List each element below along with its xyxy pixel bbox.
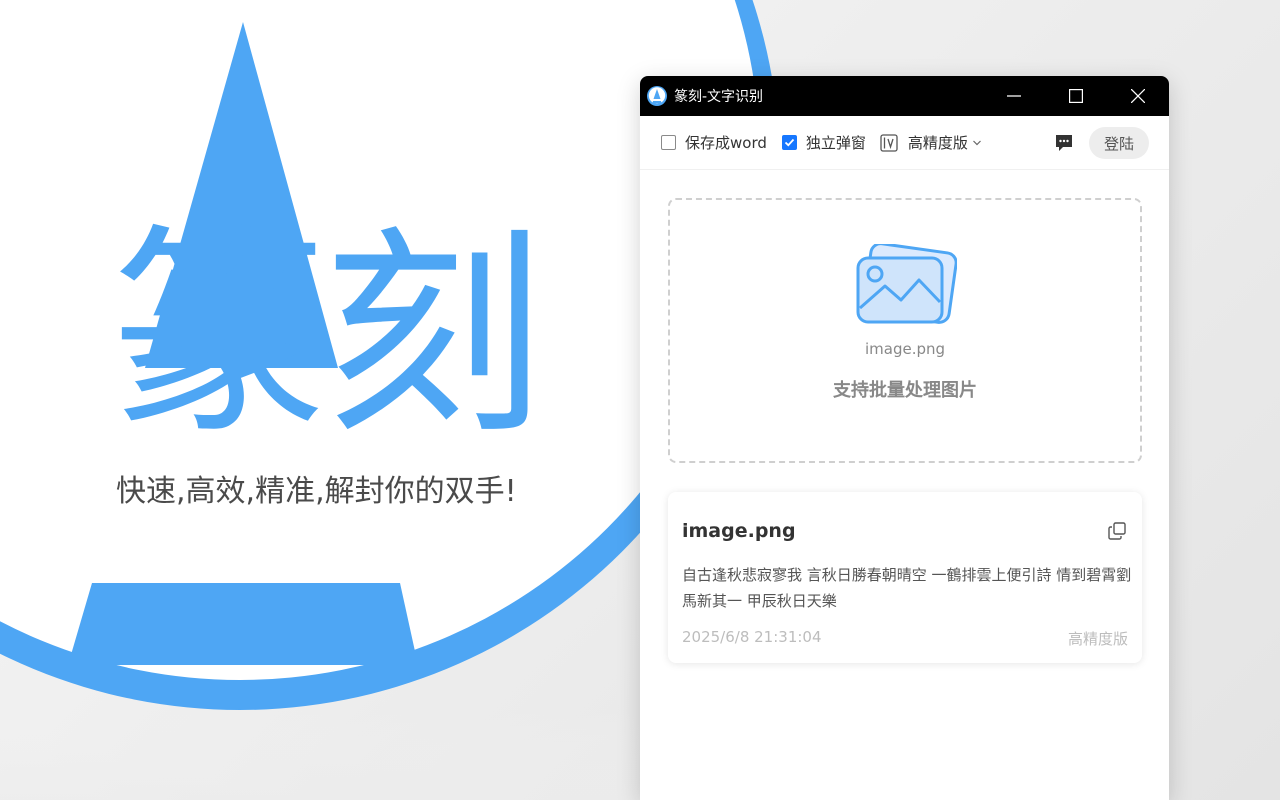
- toolbar: 保存成word 独立弹窗 高精度版 登陆: [640, 116, 1169, 170]
- popup-option[interactable]: 独立弹窗: [781, 132, 866, 153]
- maximize-icon: [1069, 89, 1083, 103]
- result-card: image.png 自古逢秋悲寂寥我 言秋日勝春朝晴空 一鶴排雲上便引詩 情到碧…: [668, 492, 1142, 663]
- image-icon: [856, 244, 957, 324]
- save-word-checkbox[interactable]: [661, 135, 676, 150]
- popup-label: 独立弹窗: [805, 134, 866, 152]
- close-button[interactable]: [1107, 76, 1169, 116]
- login-button[interactable]: 登陆: [1089, 127, 1149, 159]
- app-logo-icon: [647, 86, 667, 106]
- mode-label: 高精度版: [907, 134, 968, 152]
- result-title: image.png: [682, 520, 796, 542]
- checkmark-icon: [784, 138, 795, 147]
- dropzone-hint: 支持批量处理图片: [833, 380, 977, 401]
- minimize-icon: [1007, 95, 1021, 97]
- save-word-option[interactable]: 保存成word: [661, 132, 767, 153]
- minimize-button[interactable]: [983, 76, 1045, 116]
- window-title: 篆刻-文字识别: [674, 89, 764, 105]
- copy-button[interactable]: [1108, 522, 1126, 544]
- result-timestamp: 2025/6/8 21:31:04: [682, 628, 822, 646]
- ocr-mode-icon: [880, 133, 898, 152]
- save-word-label: 保存成word: [685, 134, 767, 152]
- title-bar[interactable]: 篆刻-文字识别: [640, 76, 1169, 116]
- app-window: 篆刻-文字识别 保存成word 独立弹窗 高精度版 登陆 image.png 支…: [640, 76, 1169, 800]
- close-icon: [1131, 89, 1145, 103]
- chat-icon: [1056, 135, 1072, 151]
- result-mode: 高精度版: [1067, 630, 1128, 648]
- copy-icon: [1108, 522, 1126, 540]
- popup-checkbox[interactable]: [781, 135, 797, 150]
- dropzone-filename: image.png: [864, 340, 946, 358]
- mode-dropdown[interactable]: 高精度版: [880, 132, 982, 153]
- brand-title: 篆刻: [108, 208, 544, 464]
- image-dropzone[interactable]: image.png 支持批量处理图片: [668, 198, 1142, 463]
- chevron-down-icon: [972, 140, 981, 145]
- feedback-button[interactable]: [1054, 133, 1074, 157]
- result-text[interactable]: 自古逢秋悲寂寥我 言秋日勝春朝晴空 一鶴排雲上便引詩 情到碧霄劉馬新其一 甲辰秋…: [682, 562, 1132, 614]
- maximize-button[interactable]: [1045, 76, 1107, 116]
- slogan: 快速,高效,精准,解封你的双手!: [116, 474, 517, 509]
